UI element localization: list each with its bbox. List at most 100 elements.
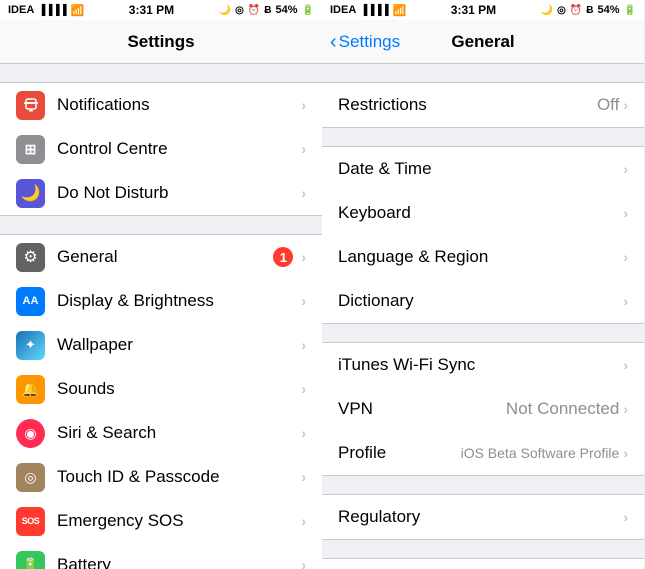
settings-item-touch-id[interactable]: ◎ Touch ID & Passcode › bbox=[0, 455, 322, 499]
siri-chevron: › bbox=[301, 425, 306, 441]
wifi-sync-label: iTunes Wi-Fi Sync bbox=[338, 355, 623, 375]
settings-item-siri[interactable]: ◉ Siri & Search › bbox=[0, 411, 322, 455]
general-group-1: Restrictions Off › bbox=[322, 82, 644, 128]
wifi-icon-right: 📶 bbox=[393, 4, 407, 17]
notifications-right: › bbox=[301, 97, 306, 113]
sos-label: Emergency SOS bbox=[57, 511, 301, 531]
right-nav-title: General bbox=[451, 32, 514, 52]
wallpaper-chevron: › bbox=[301, 337, 306, 353]
g-spacer-1 bbox=[322, 64, 644, 82]
bluetooth-icon: Ƀ bbox=[264, 5, 271, 16]
back-button[interactable]: ‹ Settings bbox=[330, 32, 400, 52]
general-right: 1 › bbox=[273, 247, 306, 267]
settings-item-control-centre[interactable]: ⊞ Control Centre › bbox=[0, 127, 322, 171]
settings-item-date-time[interactable]: Date & Time › bbox=[322, 147, 644, 191]
wallpaper-label: Wallpaper bbox=[57, 335, 301, 355]
vpn-chevron: › bbox=[623, 401, 628, 417]
settings-group-1: Notifications › ⊞ Control Centre › 🌙 Do … bbox=[0, 82, 322, 216]
wallpaper-right: › bbox=[301, 337, 306, 353]
status-left: IDEA ▐▐▐▐ 📶 bbox=[8, 4, 84, 17]
settings-item-general[interactable]: ⚙ General 1 › bbox=[0, 235, 322, 279]
general-group-2: Date & Time › Keyboard › Language & Regi… bbox=[322, 146, 644, 324]
general-chevron: › bbox=[301, 249, 306, 265]
settings-item-profile[interactable]: Profile iOS Beta Software Profile › bbox=[322, 431, 644, 475]
settings-item-restrictions[interactable]: Restrictions Off › bbox=[322, 83, 644, 127]
control-centre-label: Control Centre bbox=[57, 139, 301, 159]
display-icon: AA bbox=[16, 287, 45, 316]
restrictions-chevron: › bbox=[623, 97, 628, 113]
sounds-icon: 🔔 bbox=[16, 375, 45, 404]
status-right-right: 🌙 ◎ ⏰ Ƀ 54% 🔋 bbox=[541, 4, 636, 16]
carrier-left: IDEA bbox=[8, 4, 34, 16]
signal-icon-right: ▐▐▐▐ bbox=[360, 5, 388, 16]
language-label: Language & Region bbox=[338, 247, 623, 267]
alarm-icon-r: ⏰ bbox=[570, 5, 582, 16]
settings-item-dictionary[interactable]: Dictionary › bbox=[322, 279, 644, 323]
battery-chevron: › bbox=[301, 557, 306, 569]
settings-item-language[interactable]: Language & Region › bbox=[322, 235, 644, 279]
settings-item-keyboard[interactable]: Keyboard › bbox=[322, 191, 644, 235]
battery-icon-right: 🔋 bbox=[624, 5, 636, 16]
dnd-label: Do Not Disturb bbox=[57, 183, 301, 203]
touchid-right: › bbox=[301, 469, 306, 485]
notifications-label: Notifications bbox=[57, 95, 301, 115]
dict-right: › bbox=[623, 293, 628, 309]
moon-icon-r: 🌙 bbox=[541, 5, 553, 16]
sos-icon: SOS bbox=[16, 507, 45, 536]
settings-item-reset[interactable]: Reset › bbox=[322, 559, 644, 569]
dict-chevron: › bbox=[623, 293, 628, 309]
touchid-chevron: › bbox=[301, 469, 306, 485]
status-left-right: IDEA ▐▐▐▐ 📶 bbox=[330, 4, 406, 17]
alarm-icon: ⏰ bbox=[248, 5, 260, 16]
vpn-right: Not Connected › bbox=[506, 399, 628, 419]
time-right: 3:31 PM bbox=[451, 3, 496, 17]
g-spacer-2 bbox=[322, 128, 644, 146]
notifications-chevron: › bbox=[301, 97, 306, 113]
left-nav-title: Settings bbox=[127, 32, 194, 52]
reg-chevron: › bbox=[623, 509, 628, 525]
control-centre-icon: ⊞ bbox=[16, 135, 45, 164]
touchid-label: Touch ID & Passcode bbox=[57, 467, 301, 487]
dnd-right: › bbox=[301, 185, 306, 201]
location-icon: ◎ bbox=[235, 5, 244, 16]
left-panel: IDEA ▐▐▐▐ 📶 3:31 PM 🌙 ◎ ⏰ Ƀ 54% 🔋 Settin… bbox=[0, 0, 322, 569]
dt-right: › bbox=[623, 161, 628, 177]
general-list: Restrictions Off › Date & Time › Keyboar… bbox=[322, 64, 644, 569]
display-label: Display & Brightness bbox=[57, 291, 301, 311]
lang-right: › bbox=[623, 249, 628, 265]
settings-item-battery[interactable]: 🔋 Battery › bbox=[0, 543, 322, 569]
spacer-1 bbox=[0, 64, 322, 82]
kbd-right: › bbox=[623, 205, 628, 221]
sounds-chevron: › bbox=[301, 381, 306, 397]
settings-group-2: ⚙ General 1 › AA Display & Brightness › … bbox=[0, 234, 322, 569]
wifi-icon-left: 📶 bbox=[71, 4, 85, 17]
status-bar-left: IDEA ▐▐▐▐ 📶 3:31 PM 🌙 ◎ ⏰ Ƀ 54% 🔋 bbox=[0, 0, 322, 20]
settings-item-display[interactable]: AA Display & Brightness › bbox=[0, 279, 322, 323]
siri-icon: ◉ bbox=[16, 419, 45, 448]
settings-item-regulatory[interactable]: Regulatory › bbox=[322, 495, 644, 539]
settings-item-wallpaper[interactable]: ✦ Wallpaper › bbox=[0, 323, 322, 367]
back-label: Settings bbox=[339, 32, 400, 52]
settings-item-sounds[interactable]: 🔔 Sounds › bbox=[0, 367, 322, 411]
settings-item-notifications[interactable]: Notifications › bbox=[0, 83, 322, 127]
general-badge: 1 bbox=[273, 247, 293, 267]
battery-icon-left: 🔋 bbox=[302, 5, 314, 16]
cc-right: › bbox=[301, 141, 306, 157]
settings-item-dnd[interactable]: 🌙 Do Not Disturb › bbox=[0, 171, 322, 215]
battery-label: Battery bbox=[57, 555, 301, 569]
right-panel: IDEA ▐▐▐▐ 📶 3:31 PM 🌙 ◎ ⏰ Ƀ 54% 🔋 ‹ Sett… bbox=[322, 0, 644, 569]
general-icon: ⚙ bbox=[16, 243, 45, 272]
time-left: 3:31 PM bbox=[129, 3, 174, 17]
ws-chevron: › bbox=[623, 357, 628, 373]
back-chevron-icon: ‹ bbox=[330, 32, 337, 52]
battery-right: › bbox=[301, 557, 306, 569]
settings-item-vpn[interactable]: VPN Not Connected › bbox=[322, 387, 644, 431]
ws-right: › bbox=[623, 357, 628, 373]
signal-icon-left: ▐▐▐▐ bbox=[38, 5, 66, 16]
sos-right: › bbox=[301, 513, 306, 529]
restrictions-value: Off bbox=[597, 95, 619, 115]
regulatory-label: Regulatory bbox=[338, 507, 623, 527]
settings-item-wifi-sync[interactable]: iTunes Wi-Fi Sync › bbox=[322, 343, 644, 387]
dnd-icon: 🌙 bbox=[16, 179, 45, 208]
settings-item-sos[interactable]: SOS Emergency SOS › bbox=[0, 499, 322, 543]
